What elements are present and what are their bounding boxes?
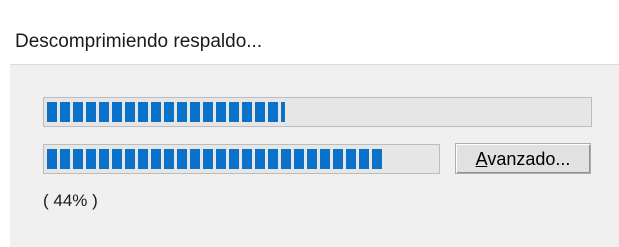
advanced-button-label: vanzado... [487, 148, 571, 169]
file-progress-bar [43, 144, 440, 174]
dialog-header: Descomprimiendo respaldo... [0, 0, 619, 64]
overall-progress-fill [47, 102, 286, 122]
progress-percent-label: ( 44% ) [43, 191, 98, 210]
dialog-body: Avanzado... ( 44% ) [10, 64, 619, 247]
advanced-button[interactable]: Avanzado... [455, 143, 591, 174]
dialog-title: Descomprimiendo respaldo... [15, 31, 263, 52]
overall-progress-bar [43, 97, 592, 127]
file-progress-fill [47, 149, 386, 169]
decompress-dialog: Descomprimiendo respaldo... Avanzado... … [0, 0, 619, 247]
advanced-button-accelerator: A [475, 148, 488, 169]
